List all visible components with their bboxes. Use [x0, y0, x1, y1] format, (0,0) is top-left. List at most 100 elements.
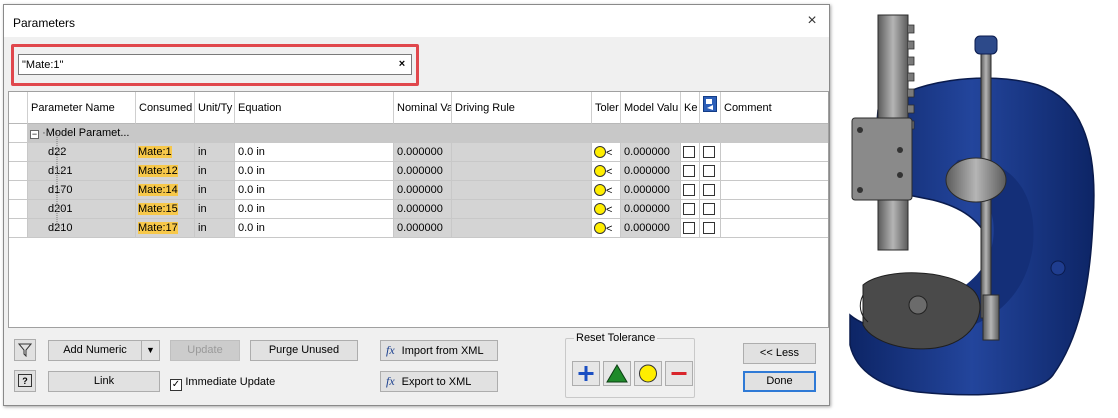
equation-cell[interactable]: 0.0 in — [235, 181, 394, 200]
header-nominal-value[interactable]: Nominal Va — [394, 92, 452, 124]
dialog-title: Parameters — [13, 16, 76, 30]
group-name-cell[interactable]: − ·Model Paramet... — [28, 124, 136, 143]
update-button[interactable]: Update — [170, 340, 240, 361]
help-button[interactable]: ? — [14, 370, 36, 392]
immediate-update-option[interactable]: ✓ Immediate Update — [170, 374, 275, 391]
link-button[interactable]: Link — [48, 371, 160, 392]
unit-cell[interactable]: in — [195, 143, 235, 162]
import-from-xml-label: Import from XML — [401, 345, 484, 357]
header-key[interactable]: Ke — [681, 92, 700, 124]
nominal-value-cell: 0.000000 — [394, 200, 452, 219]
parameter-name-cell[interactable]: d121 — [28, 162, 136, 181]
nominal-value-cell: 0.000000 — [394, 162, 452, 181]
tolerance-cell[interactable]: < — [592, 181, 621, 200]
group-row-model-parameters: − ·Model Paramet... — [9, 124, 828, 143]
export-parameter-icon — [703, 96, 717, 112]
header-export[interactable] — [700, 92, 721, 124]
median-tolerance-button[interactable] — [603, 361, 631, 386]
header-model-value[interactable]: Model Valu — [621, 92, 681, 124]
key-checkbox[interactable] — [683, 203, 695, 215]
close-icon[interactable]: × — [803, 12, 821, 30]
tolerance-cell[interactable]: < — [592, 143, 621, 162]
collapse-icon[interactable]: − — [30, 130, 39, 139]
export-checkbox[interactable] — [703, 184, 715, 196]
nominal-tolerance-icon — [594, 146, 606, 158]
import-from-xml-button[interactable]: fx Import from XML — [380, 340, 498, 361]
model-viewport — [838, 0, 1118, 415]
search-input[interactable] — [22, 57, 382, 72]
clear-search-icon[interactable]: × — [395, 57, 409, 72]
parameter-name-cell[interactable]: d22 — [28, 143, 136, 162]
tolerance-cell[interactable]: < — [592, 162, 621, 181]
done-button[interactable]: Done — [743, 371, 816, 392]
table-row[interactable]: d121 Mate:12 in 0.0 in 0.000000 < 0.0000… — [9, 162, 828, 181]
export-checkbox[interactable] — [703, 203, 715, 215]
export-checkbox[interactable] — [703, 146, 715, 158]
funnel-icon — [17, 343, 33, 358]
nominal-tolerance-button[interactable] — [634, 361, 662, 386]
nominal-tolerance-icon — [594, 222, 606, 234]
tolerance-cell[interactable]: < — [592, 219, 621, 238]
header-unit[interactable]: Unit/Ty — [195, 92, 235, 124]
header-comment[interactable]: Comment — [721, 92, 828, 124]
table-row[interactable]: d22 Mate:1 in 0.0 in 0.000000 < 0.000000 — [9, 143, 828, 162]
equation-cell[interactable]: 0.0 in — [235, 219, 394, 238]
unit-cell[interactable]: in — [195, 181, 235, 200]
header-equation[interactable]: Equation — [235, 92, 394, 124]
search-box: × — [18, 54, 412, 75]
comment-cell[interactable] — [721, 200, 828, 219]
minus-icon — [671, 372, 687, 375]
parameter-name-cell[interactable]: d210 — [28, 219, 136, 238]
nominal-value-cell: 0.000000 — [394, 143, 452, 162]
parameters-dialog: Parameters × × Parameter Name Consumed U… — [3, 4, 830, 406]
parameter-name-cell[interactable]: d170 — [28, 181, 136, 200]
function-icon: fx — [386, 343, 395, 357]
comment-cell[interactable] — [721, 143, 828, 162]
comment-cell[interactable] — [721, 219, 828, 238]
header-tolerance[interactable]: Toler — [592, 92, 621, 124]
model-value-cell: 0.000000 — [621, 219, 681, 238]
driving-rule-cell — [452, 219, 592, 238]
nominal-tolerance-icon — [594, 165, 606, 177]
filter-button[interactable] — [14, 339, 36, 361]
header-driving-rule[interactable]: Driving Rule — [452, 92, 592, 124]
comment-cell[interactable] — [721, 162, 828, 181]
immediate-update-checkbox[interactable]: ✓ — [170, 379, 182, 391]
key-checkbox[interactable] — [683, 222, 695, 234]
driving-rule-cell — [452, 200, 592, 219]
lower-tolerance-button[interactable] — [665, 361, 693, 386]
export-checkbox[interactable] — [703, 222, 715, 234]
equation-cell[interactable]: 0.0 in — [235, 200, 394, 219]
export-to-xml-label: Export to XML — [401, 376, 472, 388]
tolerance-cell[interactable]: < — [592, 200, 621, 219]
purge-unused-button[interactable]: Purge Unused — [250, 340, 358, 361]
upper-tolerance-button[interactable] — [572, 361, 600, 386]
reset-tolerance-label: Reset Tolerance — [574, 332, 658, 344]
parameter-name-cell[interactable]: d201 — [28, 200, 136, 219]
table-row[interactable]: d210 Mate:17 in 0.0 in 0.000000 < 0.0000… — [9, 219, 828, 238]
key-checkbox[interactable] — [683, 184, 695, 196]
header-consumed[interactable]: Consumed — [136, 92, 195, 124]
row-selector-header — [9, 92, 28, 124]
equation-cell[interactable]: 0.0 in — [235, 143, 394, 162]
tree-lines — [56, 133, 65, 229]
unit-cell[interactable]: in — [195, 200, 235, 219]
table-row[interactable]: d201 Mate:15 in 0.0 in 0.000000 < 0.0000… — [9, 200, 828, 219]
unit-cell[interactable]: in — [195, 219, 235, 238]
consumed-by-cell: Mate:14 — [138, 184, 178, 196]
immediate-update-label: Immediate Update — [185, 376, 276, 388]
export-checkbox[interactable] — [703, 165, 715, 177]
model-value-cell: 0.000000 — [621, 162, 681, 181]
key-checkbox[interactable] — [683, 146, 695, 158]
driving-rule-cell — [452, 181, 592, 200]
less-button[interactable]: << Less — [743, 343, 816, 364]
table-row[interactable]: d170 Mate:14 in 0.0 in 0.000000 < 0.0000… — [9, 181, 828, 200]
chevron-down-icon[interactable]: ▼ — [141, 341, 159, 360]
header-parameter-name[interactable]: Parameter Name — [28, 92, 136, 124]
equation-cell[interactable]: 0.0 in — [235, 162, 394, 181]
comment-cell[interactable] — [721, 181, 828, 200]
key-checkbox[interactable] — [683, 165, 695, 177]
consumed-by-cell: Mate:17 — [138, 222, 178, 234]
export-to-xml-button[interactable]: fx Export to XML — [380, 371, 498, 392]
unit-cell[interactable]: in — [195, 162, 235, 181]
